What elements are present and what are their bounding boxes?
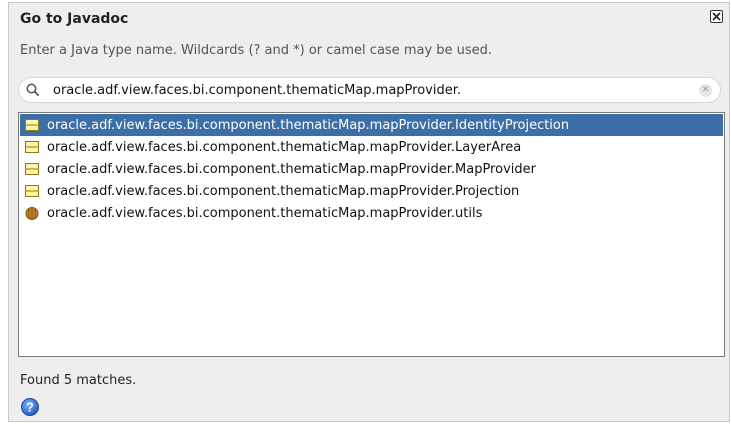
result-item[interactable]: oracle.adf.view.faces.bi.component.thema… — [20, 158, 723, 180]
instructions-text: Enter a Java type name. Wildcards (? and… — [20, 43, 493, 58]
class-icon — [25, 141, 39, 153]
search-icon — [26, 83, 40, 97]
svg-text:?: ? — [26, 400, 34, 415]
close-button[interactable] — [710, 10, 723, 23]
result-item[interactable]: oracle.adf.view.faces.bi.component.thema… — [20, 202, 723, 224]
class-icon — [25, 163, 39, 175]
result-label: oracle.adf.view.faces.bi.component.thema… — [47, 161, 536, 177]
help-icon: ? — [21, 398, 39, 416]
close-icon — [712, 12, 721, 21]
clear-icon: ✕ — [701, 85, 710, 95]
result-label: oracle.adf.view.faces.bi.component.thema… — [47, 183, 520, 199]
class-icon — [25, 119, 39, 131]
class-icon — [25, 185, 39, 197]
help-button[interactable]: ? — [20, 397, 40, 421]
result-item[interactable]: oracle.adf.view.faces.bi.component.thema… — [20, 136, 723, 158]
status-text: Found 5 matches. — [20, 373, 137, 388]
result-label: oracle.adf.view.faces.bi.component.thema… — [47, 117, 570, 133]
search-input[interactable] — [53, 81, 683, 99]
result-item[interactable]: oracle.adf.view.faces.bi.component.thema… — [20, 180, 723, 202]
go-to-javadoc-dialog: Go to Javadoc Enter a Java type name. Wi… — [8, 2, 730, 422]
result-label: oracle.adf.view.faces.bi.component.thema… — [47, 205, 483, 221]
search-box[interactable]: ✕ — [18, 77, 721, 103]
clear-search-button[interactable]: ✕ — [699, 84, 712, 97]
package-icon — [25, 207, 39, 220]
result-item[interactable]: oracle.adf.view.faces.bi.component.thema… — [20, 114, 723, 136]
results-list[interactable]: oracle.adf.view.faces.bi.component.thema… — [18, 112, 725, 357]
dialog-title: Go to Javadoc — [20, 11, 129, 27]
result-label: oracle.adf.view.faces.bi.component.thema… — [47, 139, 522, 155]
